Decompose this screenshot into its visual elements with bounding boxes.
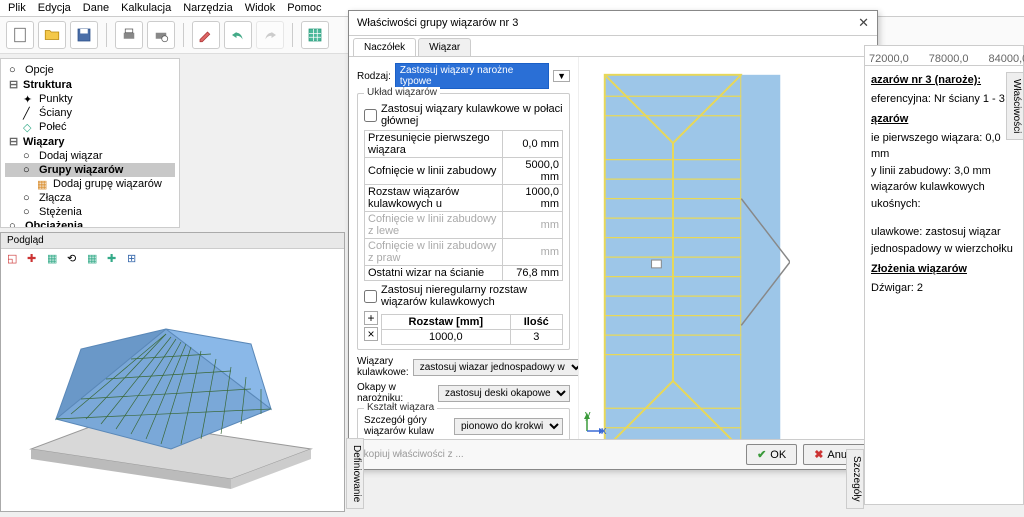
menu-narzedzia[interactable]: Narzędzia	[183, 2, 233, 14]
open-button[interactable]	[38, 21, 66, 49]
preview-tool-6[interactable]: ✚	[107, 252, 121, 266]
szczegol-select[interactable]: pionowo do krokwi	[454, 418, 563, 435]
tree-punkty[interactable]: ✦Punkty	[5, 92, 175, 106]
print-button[interactable]	[115, 21, 143, 49]
preview-3d-canvas[interactable]	[1, 269, 344, 499]
side-ref: eferencyjna: Nr ściany 1 - 3	[871, 91, 1017, 108]
val-ostatni[interactable]: 76,8 mm	[503, 266, 563, 281]
tab-narozek[interactable]: Naczółek	[353, 38, 416, 56]
vtab-details[interactable]: Szczegóły	[846, 449, 864, 509]
preview-tool-5[interactable]: ▦	[87, 252, 101, 266]
menu-widok[interactable]: Widok	[245, 2, 276, 14]
ruler: 72000,078000,084000,0	[865, 46, 1023, 66]
uklad-table: Przesunięcie pierwszego wiązara0,0 mm Co…	[364, 130, 563, 281]
side-l3: wiązarów kulawkowych ukośnych:	[871, 179, 1017, 212]
preview-panel: Podgląd ◱ ✚ ▦ ⟲ ▦ ✚ ⊞	[0, 232, 345, 512]
copy-props-button[interactable]: Skopiuj właściwości z ...	[357, 449, 464, 460]
tree-opcje[interactable]: ○Opcje	[5, 63, 175, 77]
edit-button[interactable]	[192, 21, 220, 49]
ok-button[interactable]: ✔OK	[746, 444, 797, 465]
tab-wiazar[interactable]: Wiązar	[418, 38, 471, 56]
wk-label: Wiązary kulawkowe:	[357, 356, 409, 378]
preview-tool-7[interactable]: ⊞	[127, 252, 141, 266]
chk-kulawkowe-label: Zastosuj wiązary kulawkowe w połaci głów…	[381, 103, 563, 127]
close-icon[interactable]: ✕	[858, 15, 869, 31]
rodzaj-select[interactable]: Zastosuj wiązary narożne typowe	[395, 63, 549, 89]
preview-tool-3[interactable]: ▦	[47, 252, 61, 266]
rozstaw-table: Rozstaw [mm]Ilość 1000,03	[381, 314, 563, 345]
val-rozstaw[interactable]: 1000,0 mm	[503, 185, 563, 212]
val-cofniecie[interactable]: 5000,0 mm	[503, 158, 563, 185]
undo-button[interactable]	[224, 21, 252, 49]
side-l2: y linii zabudowy: 3,0 mm	[871, 163, 1017, 180]
menu-kalkulacja[interactable]: Kalkulacja	[121, 2, 171, 14]
okapy-label: Okapy w narożniku:	[357, 382, 434, 404]
tree-stezenia[interactable]: ○Stężenia	[5, 205, 175, 219]
menu-edycja[interactable]: Edycja	[38, 2, 71, 14]
tree-obciazenia[interactable]: ○Obciążenia	[5, 219, 175, 228]
dialog-plan-canvas[interactable]: y x	[579, 57, 877, 439]
add-row-button[interactable]: +	[364, 311, 378, 325]
tree-dodaj-wiazar[interactable]: ○Dodaj wiązar	[5, 149, 175, 163]
side-l6: Złożenia wiązarów	[871, 261, 1017, 278]
preview-tool-4[interactable]: ⟲	[67, 252, 81, 266]
tree-grupy-wiazarow[interactable]: ○Grupy wiązarów	[5, 163, 175, 177]
side-l4: ulawkowe: zastosuj wiązar	[871, 224, 1017, 241]
chk-nieregularny-label: Zastosuj nieregularny rozstaw wiązarów k…	[381, 284, 563, 308]
side-l5: jednospadowy w wierzchołku	[871, 241, 1017, 258]
calc-button[interactable]	[301, 21, 329, 49]
remove-row-button[interactable]: ×	[364, 327, 378, 341]
rozstaw-cell[interactable]: 1000,0	[382, 330, 511, 345]
wk-select[interactable]: zastosuj wiazar jednospadowy w	[413, 359, 579, 376]
preview-tool-1[interactable]: ◱	[7, 252, 21, 266]
print-preview-button[interactable]	[147, 21, 175, 49]
save-button[interactable]	[70, 21, 98, 49]
tree-struktura[interactable]: ⊟Struktura	[5, 77, 175, 92]
tree-polec[interactable]: ◇Połeć	[5, 120, 175, 134]
szczegol-label: Szczegół góry wiązarów kulaw	[364, 415, 450, 437]
menu-pomoc[interactable]: Pomoc	[287, 2, 321, 14]
menu-dane[interactable]: Dane	[83, 2, 109, 14]
preview-toolbar: ◱ ✚ ▦ ⟲ ▦ ✚ ⊞	[1, 249, 344, 269]
ksztalt-group-title: Kształt wiązara	[364, 402, 437, 413]
project-tree-panel: ○Opcje ⊟Struktura ✦Punkty ╱Ściany ◇Połeć…	[0, 58, 180, 228]
side-l1: ie pierwszego wiązara: 0,0 mm	[871, 130, 1017, 163]
side-grp: ązarów	[871, 111, 1017, 128]
right-properties-panel: 72000,078000,084000,0 azarów nr 3 (naroż…	[864, 45, 1024, 505]
vtab-properties[interactable]: Właściwości	[1006, 72, 1024, 140]
chk-nieregularny[interactable]	[364, 290, 377, 303]
tree-wiazary[interactable]: ⊟Wiązary	[5, 134, 175, 149]
side-header: azarów nr 3 (naroże):	[871, 72, 1017, 89]
redo-button[interactable]	[256, 21, 284, 49]
chk-kulawkowe[interactable]	[364, 109, 377, 122]
chevron-down-icon[interactable]: ▼	[553, 70, 570, 82]
ilosc-cell[interactable]: 3	[510, 330, 562, 345]
properties-dialog: Właściwości grupy wiązarów nr 3 ✕ Naczół…	[348, 10, 878, 470]
rodzaj-label: Rodzaj:	[357, 71, 391, 82]
vtab-definiowanie[interactable]: Definiowanie	[346, 438, 364, 509]
preview-title: Podgląd	[1, 233, 344, 249]
uklad-group-title: Układ wiązarów	[364, 87, 440, 98]
menu-plik[interactable]: Plik	[8, 2, 26, 14]
tree-zlacza[interactable]: ○Złącza	[5, 191, 175, 205]
okapy-select[interactable]: zastosuj deski okapowe	[438, 385, 570, 402]
new-button[interactable]	[6, 21, 34, 49]
dialog-title: Właściwości grupy wiązarów nr 3	[357, 17, 518, 29]
val-przesuniecie[interactable]: 0,0 mm	[503, 131, 563, 158]
tree-sciany[interactable]: ╱Ściany	[5, 106, 175, 120]
side-l7: Dźwigar: 2	[871, 280, 1017, 297]
preview-tool-2[interactable]: ✚	[27, 252, 41, 266]
tree-dodaj-grupe[interactable]: ▦Dodaj grupę wiązarów	[5, 177, 175, 191]
